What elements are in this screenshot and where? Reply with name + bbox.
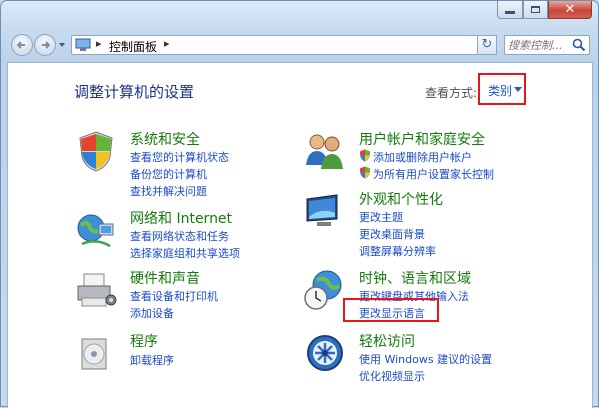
category-network-internet: 网络和 Internet 查看网络状态和任务 选择家庭组和共享选项	[74, 208, 294, 260]
link-view-network-status[interactable]: 查看网络状态和任务	[130, 228, 229, 244]
view-by-dropdown[interactable]: 类别	[478, 73, 526, 105]
address-bar[interactable]: ▸ 控制面板 ▸	[71, 35, 497, 55]
link-change-theme[interactable]: 更改主题	[359, 209, 403, 225]
breadcrumb-control-panel[interactable]: 控制面板	[109, 38, 157, 55]
search-box[interactable]	[504, 35, 590, 55]
category-title-appearance[interactable]: 外观和个性化	[359, 189, 443, 209]
content-pane: 调整计算机的设置 查看方式: 类别 系统和安全 查看您的计算机状态 备份您的计算…	[7, 62, 593, 408]
link-find-fix-problems[interactable]: 查找并解决问题	[130, 183, 207, 199]
view-by-label: 查看方式:	[425, 86, 478, 100]
category-title-system-security[interactable]: 系统和安全	[130, 129, 200, 149]
link-uninstall-program[interactable]: 卸载程序	[130, 352, 174, 368]
breadcrumb-chevron-icon[interactable]: ▸	[164, 37, 170, 50]
link-check-computer-status[interactable]: 查看您的计算机状态	[130, 149, 229, 165]
highlight-box-display-language	[343, 298, 439, 322]
maximize-button[interactable]	[523, 1, 548, 19]
chevron-down-icon[interactable]	[514, 87, 522, 92]
category-system-security: 系统和安全 查看您的计算机状态 备份您的计算机 查找并解决问题	[74, 129, 294, 199]
link-optimize-visual-display[interactable]: 优化视频显示	[359, 368, 425, 384]
control-panel-icon	[75, 38, 91, 51]
forward-button[interactable]	[34, 34, 56, 56]
back-arrow-icon	[16, 41, 25, 49]
programs-disc-icon	[81, 338, 107, 370]
link-add-device[interactable]: 添加设备	[130, 305, 174, 321]
close-icon: ✕	[564, 2, 576, 17]
category-title-network-internet[interactable]: 网络和 Internet	[130, 208, 232, 228]
clock-globe-icon	[304, 270, 342, 310]
refresh-button[interactable]: ↻	[477, 35, 497, 55]
link-parental-controls[interactable]: 为所有用户设置家长控制	[373, 166, 494, 182]
network-globe-icon	[77, 214, 114, 248]
category-title-hardware-sound[interactable]: 硬件和声音	[130, 268, 200, 288]
maximize-icon	[531, 6, 540, 13]
breadcrumb-separator-icon[interactable]: ▸	[96, 37, 102, 50]
category-ease-of-access: 轻松访问 使用 Windows 建议的设置 优化视频显示	[303, 331, 563, 383]
link-add-remove-accounts[interactable]: 添加或删除用户帐户	[373, 149, 472, 165]
ease-of-access-icon	[307, 335, 343, 371]
shield-icon	[79, 131, 113, 172]
display-appearance-icon	[306, 194, 338, 226]
link-change-desktop-background[interactable]: 更改桌面背景	[359, 226, 425, 242]
link-windows-suggested-settings[interactable]: 使用 Windows 建议的设置	[359, 351, 492, 367]
minimize-button[interactable]	[497, 1, 523, 19]
link-adjust-resolution[interactable]: 调整屏幕分辨率	[359, 243, 436, 259]
refresh-icon: ↻	[481, 37, 493, 52]
close-button[interactable]: ✕	[548, 1, 592, 19]
category-title-ease-of-access[interactable]: 轻松访问	[359, 331, 415, 351]
link-backup-computer[interactable]: 备份您的计算机	[130, 166, 207, 182]
uac-shield-icon	[360, 149, 370, 162]
page-title: 调整计算机的设置	[74, 83, 195, 101]
view-by-value[interactable]: 类别	[488, 82, 512, 99]
uac-shield-icon	[360, 166, 370, 179]
link-devices-printers[interactable]: 查看设备和打印机	[130, 288, 218, 304]
category-user-accounts: 用户帐户和家庭安全 添加或删除用户帐户 为所有用户设置家长控制	[303, 129, 563, 181]
back-button[interactable]	[11, 34, 33, 56]
printer-icon	[77, 273, 117, 307]
control-panel-window: ✕ ▸ 控制面板 ▸ ↻ 调整计算机的设置 查看方式: 类别	[0, 0, 599, 408]
category-title-user-accounts[interactable]: 用户帐户和家庭安全	[359, 129, 485, 149]
minimize-icon	[505, 11, 515, 14]
search-icon[interactable]	[572, 38, 586, 52]
caption-buttons: ✕	[497, 1, 592, 21]
category-title-programs[interactable]: 程序	[130, 331, 158, 351]
category-appearance: 外观和个性化 更改主题 更改桌面背景 调整屏幕分辨率	[303, 189, 563, 259]
link-homegroup-sharing[interactable]: 选择家庭组和共享选项	[130, 245, 240, 261]
category-programs: 程序 卸载程序	[74, 331, 294, 371]
search-input[interactable]	[508, 37, 570, 53]
users-icon	[306, 134, 343, 169]
forward-arrow-icon	[42, 41, 51, 49]
recent-pages-dropdown-icon[interactable]	[59, 43, 65, 47]
category-title-clock-language-region[interactable]: 时钟、语言和区域	[359, 268, 471, 288]
category-hardware-sound: 硬件和声音 查看设备和打印机 添加设备	[74, 268, 294, 320]
